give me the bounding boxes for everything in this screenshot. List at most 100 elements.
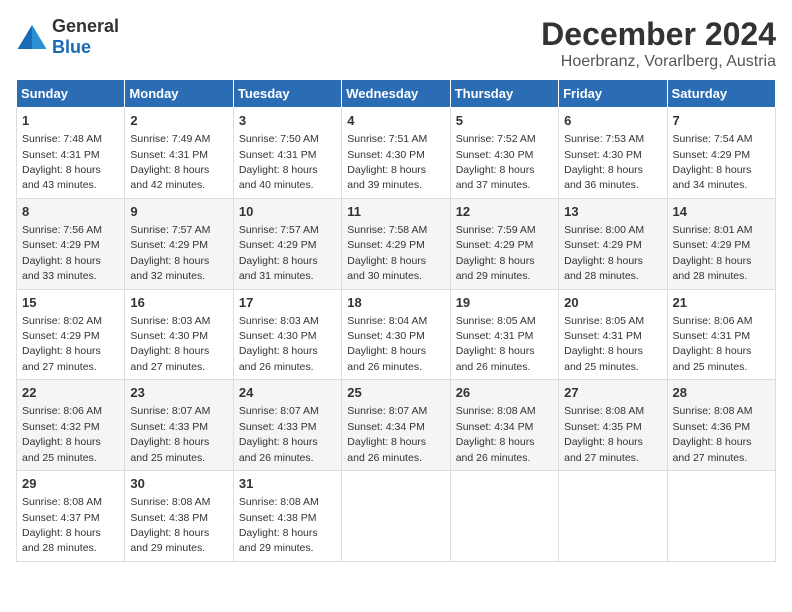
day-detail: Sunrise: 7:50 AMSunset: 4:31 PMDaylight:… (239, 133, 319, 191)
calendar-cell: 25Sunrise: 8:07 AMSunset: 4:34 PMDayligh… (342, 380, 450, 471)
day-number: 24 (239, 384, 336, 402)
day-detail: Sunrise: 8:05 AMSunset: 4:31 PMDaylight:… (456, 315, 536, 373)
calendar-cell: 14 Sunrise: 8:01 AMSunset: 4:29 PMDayligh… (667, 198, 775, 289)
day-detail: Sunrise: 8:04 AMSunset: 4:30 PMDaylight:… (347, 315, 427, 373)
calendar-cell: 21 Sunrise: 8:06 AMSunset: 4:31 PMDayligh… (667, 289, 775, 380)
day-detail: Sunrise: 8:08 AMSunset: 4:38 PMDaylight:… (239, 496, 319, 554)
day-detail: Sunrise: 8:06 AMSunset: 4:31 PMDaylight:… (673, 315, 753, 373)
calendar-cell: 30Sunrise: 8:08 AMSunset: 4:38 PMDayligh… (125, 471, 233, 562)
day-detail: Sunrise: 8:00 AMSunset: 4:29 PMDaylight:… (564, 224, 644, 282)
calendar-week-row: 1 Sunrise: 7:48 AMSunset: 4:31 PMDaylight… (17, 108, 776, 199)
calendar-cell: 31 Sunrise: 8:08 AMSunset: 4:38 PMDayligh… (233, 471, 341, 562)
calendar-cell: 23 Sunrise: 8:07 AMSunset: 4:33 PMDayligh… (125, 380, 233, 471)
calendar-week-row: 29Sunrise: 8:08 AMSunset: 4:37 PMDayligh… (17, 471, 776, 562)
calendar-day-header: Monday (125, 80, 233, 108)
calendar-cell: 22Sunrise: 8:06 AMSunset: 4:32 PMDayligh… (17, 380, 125, 471)
day-detail: Sunrise: 7:48 AMSunset: 4:31 PMDaylight:… (22, 133, 102, 191)
page-subtitle: Hoerbranz, Vorarlberg, Austria (541, 53, 776, 71)
calendar-header-row: SundayMondayTuesdayWednesdayThursdayFrid… (17, 80, 776, 108)
calendar-cell: 12 Sunrise: 7:59 AMSunset: 4:29 PMDayligh… (450, 198, 558, 289)
day-detail: Sunrise: 7:54 AMSunset: 4:29 PMDaylight:… (673, 133, 753, 191)
day-detail: Sunrise: 7:56 AMSunset: 4:29 PMDaylight:… (22, 224, 102, 282)
page-header: General Blue December 2024 Hoerbranz, Vo… (16, 16, 776, 71)
day-number: 25 (347, 384, 444, 402)
day-detail: Sunrise: 7:57 AMSunset: 4:29 PMDaylight:… (130, 224, 210, 282)
day-detail: Sunrise: 8:03 AMSunset: 4:30 PMDaylight:… (130, 315, 210, 373)
day-number: 12 (456, 203, 553, 221)
calendar-day-header: Saturday (667, 80, 775, 108)
logo-blue-text: Blue (52, 37, 91, 57)
day-detail: Sunrise: 8:08 AMSunset: 4:35 PMDaylight:… (564, 405, 644, 463)
day-number: 1 (22, 112, 119, 130)
calendar-cell (450, 471, 558, 562)
day-number: 22 (22, 384, 119, 402)
calendar-cell (667, 471, 775, 562)
day-number: 26 (456, 384, 553, 402)
calendar-day-header: Tuesday (233, 80, 341, 108)
calendar-table: SundayMondayTuesdayWednesdayThursdayFrid… (16, 79, 776, 562)
day-number: 11 (347, 203, 444, 221)
day-detail: Sunrise: 7:53 AMSunset: 4:30 PMDaylight:… (564, 133, 644, 191)
day-number: 18 (347, 294, 444, 312)
logo: General Blue (16, 16, 119, 58)
calendar-cell: 3 Sunrise: 7:50 AMSunset: 4:31 PMDaylight… (233, 108, 341, 199)
calendar-week-row: 8 Sunrise: 7:56 AMSunset: 4:29 PMDaylight… (17, 198, 776, 289)
calendar-cell: 19 Sunrise: 8:05 AMSunset: 4:31 PMDayligh… (450, 289, 558, 380)
day-number: 3 (239, 112, 336, 130)
calendar-cell: 1 Sunrise: 7:48 AMSunset: 4:31 PMDaylight… (17, 108, 125, 199)
calendar-cell: 9 Sunrise: 7:57 AMSunset: 4:29 PMDaylight… (125, 198, 233, 289)
page-title: December 2024 (541, 16, 776, 53)
calendar-cell: 18 Sunrise: 8:04 AMSunset: 4:30 PMDayligh… (342, 289, 450, 380)
day-detail: Sunrise: 7:51 AMSunset: 4:30 PMDaylight:… (347, 133, 427, 191)
day-number: 19 (456, 294, 553, 312)
calendar-day-header: Wednesday (342, 80, 450, 108)
day-number: 16 (130, 294, 227, 312)
calendar-cell: 15 Sunrise: 8:02 AMSunset: 4:29 PMDayligh… (17, 289, 125, 380)
calendar-cell: 20Sunrise: 8:05 AMSunset: 4:31 PMDayligh… (559, 289, 667, 380)
day-detail: Sunrise: 8:08 AMSunset: 4:37 PMDaylight:… (22, 496, 102, 554)
calendar-week-row: 22Sunrise: 8:06 AMSunset: 4:32 PMDayligh… (17, 380, 776, 471)
calendar-day-header: Sunday (17, 80, 125, 108)
day-number: 21 (673, 294, 770, 312)
day-number: 17 (239, 294, 336, 312)
calendar-cell: 17 Sunrise: 8:03 AMSunset: 4:30 PMDayligh… (233, 289, 341, 380)
calendar-cell: 29Sunrise: 8:08 AMSunset: 4:37 PMDayligh… (17, 471, 125, 562)
logo-general-text: General (52, 16, 119, 36)
day-number: 14 (673, 203, 770, 221)
day-detail: Sunrise: 8:08 AMSunset: 4:34 PMDaylight:… (456, 405, 536, 463)
day-number: 13 (564, 203, 661, 221)
calendar-cell: 2 Sunrise: 7:49 AMSunset: 4:31 PMDaylight… (125, 108, 233, 199)
calendar-cell: 10 Sunrise: 7:57 AMSunset: 4:29 PMDayligh… (233, 198, 341, 289)
day-detail: Sunrise: 7:57 AMSunset: 4:29 PMDaylight:… (239, 224, 319, 282)
day-detail: Sunrise: 7:52 AMSunset: 4:30 PMDaylight:… (456, 133, 536, 191)
day-number: 28 (673, 384, 770, 402)
day-number: 30 (130, 475, 227, 493)
day-number: 23 (130, 384, 227, 402)
day-detail: Sunrise: 8:07 AMSunset: 4:33 PMDaylight:… (130, 405, 210, 463)
calendar-cell: 16 Sunrise: 8:03 AMSunset: 4:30 PMDayligh… (125, 289, 233, 380)
calendar-day-header: Thursday (450, 80, 558, 108)
day-number: 10 (239, 203, 336, 221)
day-number: 9 (130, 203, 227, 221)
day-detail: Sunrise: 8:01 AMSunset: 4:29 PMDaylight:… (673, 224, 753, 282)
day-number: 2 (130, 112, 227, 130)
calendar-cell: 7Sunrise: 7:54 AMSunset: 4:29 PMDaylight… (667, 108, 775, 199)
calendar-cell: 28Sunrise: 8:08 AMSunset: 4:36 PMDayligh… (667, 380, 775, 471)
logo-icon (16, 23, 48, 51)
day-number: 4 (347, 112, 444, 130)
day-number: 31 (239, 475, 336, 493)
day-detail: Sunrise: 7:49 AMSunset: 4:31 PMDaylight:… (130, 133, 210, 191)
day-number: 8 (22, 203, 119, 221)
day-number: 15 (22, 294, 119, 312)
calendar-cell: 6Sunrise: 7:53 AMSunset: 4:30 PMDaylight… (559, 108, 667, 199)
calendar-cell: 24 Sunrise: 8:07 AMSunset: 4:33 PMDayligh… (233, 380, 341, 471)
calendar-cell: 26 Sunrise: 8:08 AMSunset: 4:34 PMDayligh… (450, 380, 558, 471)
calendar-cell: 5Sunrise: 7:52 AMSunset: 4:30 PMDaylight… (450, 108, 558, 199)
day-detail: Sunrise: 8:02 AMSunset: 4:29 PMDaylight:… (22, 315, 102, 373)
calendar-cell: 4 Sunrise: 7:51 AMSunset: 4:30 PMDaylight… (342, 108, 450, 199)
calendar-cell: 13 Sunrise: 8:00 AMSunset: 4:29 PMDayligh… (559, 198, 667, 289)
day-detail: Sunrise: 8:03 AMSunset: 4:30 PMDaylight:… (239, 315, 319, 373)
day-detail: Sunrise: 7:59 AMSunset: 4:29 PMDaylight:… (456, 224, 536, 282)
day-detail: Sunrise: 8:07 AMSunset: 4:33 PMDaylight:… (239, 405, 319, 463)
day-detail: Sunrise: 8:05 AMSunset: 4:31 PMDaylight:… (564, 315, 644, 373)
